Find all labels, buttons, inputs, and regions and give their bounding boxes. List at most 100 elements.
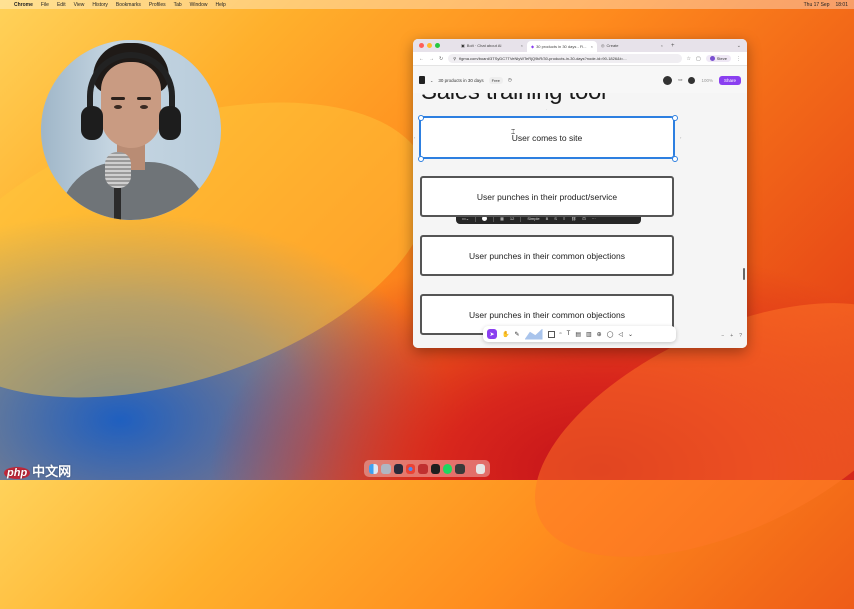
connector-dot[interactable]: · xyxy=(546,107,547,112)
tab-figma[interactable]: ◆ 30 products in 30 days - Fi... × xyxy=(527,41,597,52)
webcam-overlay xyxy=(41,40,221,220)
cursor-icon: ⌶ xyxy=(511,129,516,136)
window-controls xyxy=(413,43,457,48)
menu-item-file[interactable]: File xyxy=(41,2,49,8)
globe-icon: ◎ xyxy=(601,43,605,48)
app-icon[interactable] xyxy=(418,463,428,474)
microphone-icon xyxy=(105,152,131,188)
connector-arrow-right[interactable]: › xyxy=(680,135,681,140)
file-name[interactable]: 30 products in 30 days xyxy=(438,78,483,83)
bolt-icon: ▣ xyxy=(461,43,465,48)
close-tab-icon[interactable]: × xyxy=(521,43,523,48)
site-info-icon[interactable]: ⚲ xyxy=(453,56,456,61)
tab-create[interactable]: ◎ Create × xyxy=(597,41,667,51)
flow-card-3[interactable]: User punches in their common objections xyxy=(420,235,674,276)
extensions-icon[interactable]: ▢ xyxy=(696,56,701,62)
star-icon[interactable]: ☆ xyxy=(687,56,691,62)
headphones-cup xyxy=(81,106,103,140)
menu-item-chrome[interactable]: Chrome xyxy=(14,2,33,8)
connector-arrow-left[interactable]: ‹ xyxy=(414,135,415,140)
browser-window: ▣ Bolt · Chat about AI × ◆ 30 products i… xyxy=(413,39,747,348)
plan-badge: Free xyxy=(488,76,503,84)
url-text: figma.com/board/3TSyDC7TVeNlyWTeRjQ9kR/3… xyxy=(459,56,627,61)
zoom-in-icon[interactable]: + xyxy=(730,333,733,339)
reload-icon[interactable]: ↻ xyxy=(439,56,443,62)
help-icon[interactable]: ? xyxy=(739,333,742,339)
figjam-canvas[interactable]: Sales training tool · User comes to site… xyxy=(413,93,747,348)
marker-tool-icon[interactable]: ✎ xyxy=(514,331,519,338)
spotify-icon[interactable] xyxy=(442,463,453,474)
forward-arrow-icon[interactable]: → xyxy=(429,56,434,62)
close-window-button[interactable] xyxy=(419,43,424,48)
app-icon[interactable] xyxy=(455,463,465,474)
close-tab-icon[interactable]: × xyxy=(661,43,663,48)
chevron-down-icon[interactable]: ⌄ xyxy=(430,78,433,83)
zoom-window-button[interactable] xyxy=(435,43,440,48)
flow-card-1[interactable]: User comes to site xyxy=(419,116,675,159)
figma-header-actions: ▭ 100% Share xyxy=(663,75,741,85)
tab-bar: ▣ Bolt · Chat about AI × ◆ 30 products i… xyxy=(413,39,747,52)
section-tool-icon[interactable] xyxy=(547,330,555,338)
menu-item-tab[interactable]: Tab xyxy=(174,2,182,8)
text-tool-icon[interactable]: T xyxy=(567,331,571,337)
app-icon[interactable] xyxy=(393,463,403,474)
timer-icon[interactable]: ◷ xyxy=(508,77,512,83)
flow-card-2[interactable]: User punches in their product/service xyxy=(420,176,674,217)
figma-header: ⌄ 30 products in 30 days Free ◷ ▭ 100% S… xyxy=(413,67,747,93)
menu-item-view[interactable]: View xyxy=(74,2,85,8)
move-tool-icon[interactable]: ➤ xyxy=(487,329,497,339)
menu-date[interactable]: Thu 17 Sep xyxy=(804,2,830,8)
microphone-stand xyxy=(114,188,121,220)
tab-label: Create xyxy=(606,43,619,48)
ai-assistant-icon[interactable] xyxy=(663,75,673,85)
resize-handle[interactable] xyxy=(672,156,678,162)
table-tool-icon[interactable]: ▤ xyxy=(575,331,581,338)
menu-time[interactable]: 18:01 xyxy=(835,2,848,8)
zoom-level[interactable]: 100% xyxy=(701,78,713,83)
menu-item-bookmarks[interactable]: Bookmarks xyxy=(116,2,141,8)
more-menu-icon[interactable]: ⋮ xyxy=(736,56,741,62)
comment-tool-icon[interactable]: ◯ xyxy=(607,331,614,338)
hand-tool-icon[interactable]: ✋ xyxy=(502,331,509,338)
menu-item-window[interactable]: Window xyxy=(190,2,208,8)
trash-icon[interactable] xyxy=(475,463,485,474)
upload-tool-icon[interactable]: ◁ xyxy=(618,331,623,338)
more-tools-icon[interactable]: ⌄ xyxy=(628,331,633,338)
resize-handle[interactable] xyxy=(418,156,424,162)
profile-button[interactable]: Steve xyxy=(705,55,731,62)
share-button[interactable]: Share xyxy=(718,75,741,85)
resize-handle[interactable] xyxy=(672,115,678,121)
launchpad-icon[interactable] xyxy=(381,463,391,474)
finder-icon[interactable] xyxy=(369,463,379,474)
menu-item-history[interactable]: History xyxy=(92,2,108,8)
address-toolbar: ← → ↻ ⚲ figma.com/board/3TSyDC7TVeNlyWTe… xyxy=(413,52,747,66)
back-arrow-icon[interactable]: ← xyxy=(419,56,424,62)
tab-bolt[interactable]: ▣ Bolt · Chat about AI × xyxy=(457,41,527,51)
zoom-out-icon[interactable]: − xyxy=(721,333,724,339)
watermark-logo: php 中文网 xyxy=(4,461,71,480)
profile-name: Steve xyxy=(716,56,727,61)
widget-tool-icon[interactable]: ▥ xyxy=(586,331,592,338)
resize-handle[interactable] xyxy=(418,115,424,121)
present-icon[interactable]: ▭ xyxy=(678,77,682,83)
sticky-note-icon[interactable]: ▫ xyxy=(560,331,562,337)
minimize-window-button[interactable] xyxy=(427,43,432,48)
stamp-tool-icon[interactable]: ⊕ xyxy=(597,331,602,338)
tab-label: Bolt · Chat about AI xyxy=(466,43,502,48)
chrome-icon[interactable] xyxy=(405,463,416,474)
board-title[interactable]: Sales training tool xyxy=(421,93,606,106)
figma-icon: ◆ xyxy=(531,44,535,49)
shapes-tool-icon[interactable] xyxy=(524,328,543,340)
user-avatar[interactable] xyxy=(688,76,696,84)
url-input[interactable]: ⚲ figma.com/board/3TSyDC7TVeNlyWTeRjQ9kR… xyxy=(448,54,682,63)
figma-logo-icon[interactable] xyxy=(419,76,425,84)
canvas-scrollbar[interactable] xyxy=(743,268,745,280)
chevron-down-icon[interactable]: ⌄ xyxy=(737,43,747,49)
menu-item-edit[interactable]: Edit xyxy=(57,2,66,8)
menu-bar-status: Thu 17 Sep 18:01 xyxy=(786,2,854,8)
menu-item-profiles[interactable]: Profiles xyxy=(149,2,166,8)
new-tab-button[interactable]: + xyxy=(667,43,679,49)
figma-app-icon[interactable] xyxy=(430,463,440,474)
menu-item-help[interactable]: Help xyxy=(215,2,225,8)
close-tab-icon[interactable]: × xyxy=(591,44,593,49)
